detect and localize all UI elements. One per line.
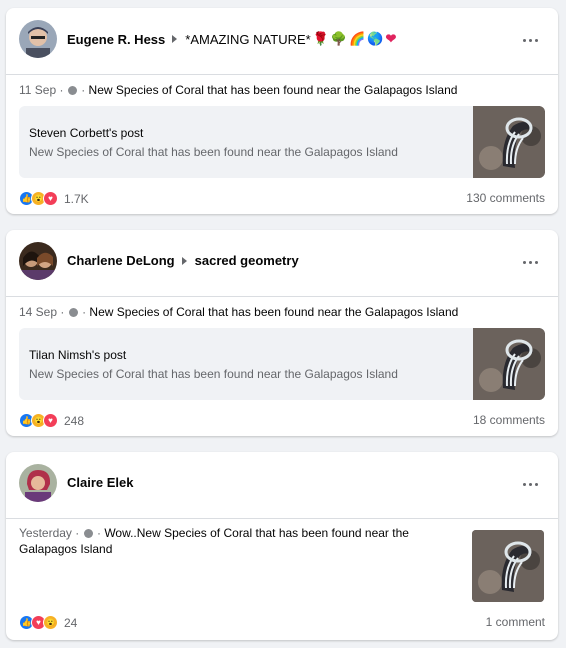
shared-post-author: Steven Corbett's post — [29, 126, 144, 140]
shared-post-description: New Species of Coral that has been found… — [29, 367, 398, 381]
post-header-text: Eugene R. Hess *AMAZING NATURE* 🌹 🌳 🌈 🌎 … — [67, 31, 396, 47]
post-text-continued: Galapagos Island — [19, 542, 112, 556]
globe-icon — [83, 529, 93, 538]
rose-emoji-icon: 🌹 — [312, 31, 329, 46]
post-text: New Species of Coral that has been found… — [89, 305, 459, 319]
post-text: New Species of Coral that has been found… — [88, 83, 458, 97]
group-emoji-row: 🌹 🌳 🌈 🌎 ❤ — [313, 31, 397, 47]
globe-emoji-icon: 🌎 — [367, 31, 384, 46]
coral-thumbnail[interactable] — [473, 328, 545, 400]
wow-reaction-icon: 😮 — [43, 615, 58, 630]
avatar[interactable] — [19, 242, 57, 280]
tree-emoji-icon: 🌳 — [330, 31, 348, 46]
avatar[interactable] — [19, 464, 57, 502]
comment-count[interactable]: 1 comment — [486, 615, 545, 629]
post-text: Wow..New Species of Coral that has been … — [104, 526, 409, 540]
more-horizontal-icon[interactable] — [518, 252, 542, 272]
shared-post[interactable]: Tilan Nimsh's post New Species of Coral … — [19, 328, 545, 400]
separator-dot: · — [60, 305, 65, 319]
post-date[interactable]: 11 Sep — [19, 83, 56, 97]
post-header: Charlene DeLong sacred geometry — [6, 230, 558, 297]
post-date[interactable]: Yesterday — [19, 526, 72, 540]
post-meta: 14 Sep · · New Species of Coral that has… — [19, 305, 458, 319]
reaction-summary[interactable]: 👍 ♥ 😮 24 — [19, 615, 77, 630]
separator-dot: · — [75, 526, 80, 540]
post-header-text: Charlene DeLong sacred geometry — [67, 253, 299, 268]
more-horizontal-icon[interactable] — [518, 474, 542, 494]
coral-thumbnail[interactable] — [472, 530, 544, 602]
separator-dot: · — [81, 83, 86, 97]
reaction-summary[interactable]: 👍 😮 ♥ 248 — [19, 413, 84, 428]
post-card: Claire Elek Yesterday · · Wow..New Speci… — [6, 452, 558, 640]
shared-post-author: Tilan Nimsh's post — [29, 348, 127, 362]
group-name[interactable]: *AMAZING NATURE* — [185, 32, 310, 47]
love-reaction-icon: ♥ — [43, 413, 58, 428]
coral-thumbnail[interactable] — [473, 106, 545, 178]
reaction-summary[interactable]: 👍 😮 ♥ 1.7K — [19, 191, 89, 206]
arrow-right-icon — [181, 256, 187, 265]
comment-count[interactable]: 18 comments — [473, 413, 545, 427]
shared-post[interactable]: Steven Corbett's post New Species of Cor… — [19, 106, 545, 178]
post-card: Eugene R. Hess *AMAZING NATURE* 🌹 🌳 🌈 🌎 … — [6, 8, 558, 214]
rainbow-emoji-icon: 🌈 — [349, 31, 366, 46]
more-horizontal-icon[interactable] — [518, 30, 542, 50]
author-name[interactable]: Charlene DeLong — [67, 253, 175, 268]
post-meta: 11 Sep · · New Species of Coral that has… — [19, 83, 457, 97]
globe-icon — [67, 86, 77, 95]
separator-dot: · — [82, 305, 87, 319]
reaction-count: 1.7K — [64, 191, 89, 206]
separator-dot: · — [59, 83, 64, 97]
post-text: Galapagos Island — [19, 542, 113, 556]
reaction-count: 24 — [64, 615, 78, 630]
shared-post-description: New Species of Coral that has been found… — [29, 145, 398, 159]
comment-count[interactable]: 130 comments — [466, 191, 545, 205]
reaction-count: 248 — [64, 413, 85, 428]
author-name[interactable]: Eugene R. Hess — [67, 32, 165, 47]
avatar[interactable] — [19, 20, 57, 58]
post-date[interactable]: 14 Sep — [19, 305, 57, 319]
post-header: Claire Elek — [6, 452, 558, 519]
group-name[interactable]: sacred geometry — [195, 253, 299, 268]
post-meta: Yesterday · · Wow..New Species of Coral … — [19, 526, 409, 540]
post-header: Eugene R. Hess *AMAZING NATURE* 🌹 🌳 🌈 🌎 … — [6, 8, 558, 75]
heart-emoji-icon: ❤ — [385, 31, 397, 46]
arrow-right-icon — [172, 35, 178, 43]
author-name[interactable]: Claire Elek — [67, 475, 134, 490]
post-card: Charlene DeLong sacred geometry 14 Sep ·… — [6, 230, 558, 436]
separator-dot: · — [96, 526, 101, 540]
globe-icon — [68, 308, 78, 317]
post-header-text: Claire Elek — [67, 475, 134, 490]
love-reaction-icon: ♥ — [43, 191, 58, 206]
